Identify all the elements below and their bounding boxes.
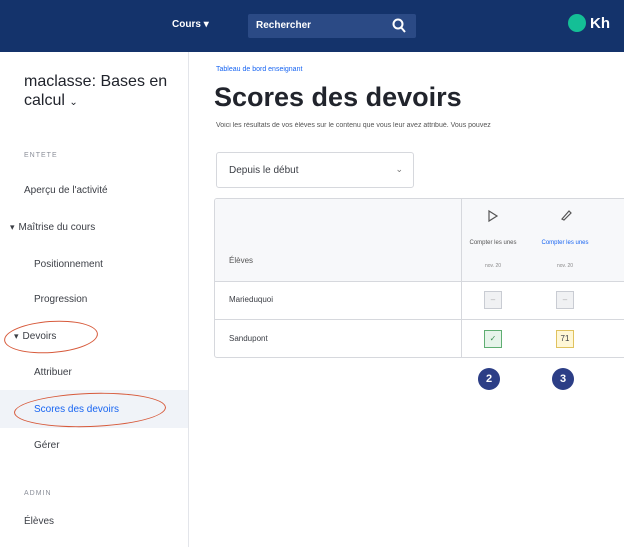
top-navigation-bar: Cours ▾ Rechercher Kh xyxy=(0,0,624,52)
chevron-down-icon: ▾ xyxy=(203,19,209,30)
section-label-general: ENTETE xyxy=(24,152,58,159)
sidebar-item-label: Maîtrise du cours xyxy=(18,222,96,233)
date-range-value: Depuis le début xyxy=(229,165,299,176)
courses-menu-label: Cours xyxy=(172,19,201,30)
video-play-icon xyxy=(487,209,499,228)
callout-marker-2: 2 xyxy=(478,368,500,390)
chevron-down-icon: ⌄ xyxy=(395,164,403,174)
sidebar-item-assign[interactable]: Attribuer xyxy=(34,367,72,378)
section-label-admin: ADMIN xyxy=(24,490,52,497)
scores-table: Élèves Compter les unes nov. 20 Compter … xyxy=(214,198,624,358)
sidebar-item-progression[interactable]: Progression xyxy=(34,294,87,305)
score-cell[interactable]: – xyxy=(484,291,502,309)
column-date-1: nov. 20 xyxy=(484,263,502,269)
column-title-1[interactable]: Compter les unes xyxy=(465,239,521,247)
table-row: Marieduquoi – – xyxy=(215,281,624,320)
class-selector[interactable]: maclasse: Bases en calcul ⌄ xyxy=(24,72,174,112)
courses-menu[interactable]: Cours ▾ xyxy=(172,19,209,30)
breadcrumb[interactable]: Tableau de bord enseignant xyxy=(216,66,302,73)
date-range-select[interactable]: Depuis le début ⌄ xyxy=(216,152,414,188)
callout-marker-3: 3 xyxy=(552,368,574,390)
search-icon xyxy=(392,18,406,39)
caret-down-icon: ▾ xyxy=(10,222,15,232)
student-name[interactable]: Marieduquoi xyxy=(229,295,273,304)
sidebar-item-course-mastery[interactable]: ▾ Maîtrise du cours xyxy=(10,222,95,233)
sidebar xyxy=(0,52,189,547)
search-label: Rechercher xyxy=(256,20,312,31)
chevron-down-icon: ⌄ xyxy=(69,97,78,108)
khan-academy-logo[interactable]: Kh xyxy=(568,14,610,32)
class-name: maclasse: Bases en calcul xyxy=(24,73,168,109)
pencil-icon xyxy=(559,208,573,227)
score-cell[interactable]: – xyxy=(556,291,574,309)
page-description: Voici les résultats de vos élèves sur le… xyxy=(216,122,491,129)
score-cell[interactable]: 71 xyxy=(556,330,574,348)
logo-text: Kh xyxy=(590,14,610,32)
column-date-2: nov. 20 xyxy=(556,263,574,269)
sidebar-item-positioning[interactable]: Positionnement xyxy=(34,259,103,270)
search-input[interactable]: Rechercher xyxy=(248,14,416,38)
student-name[interactable]: Sandupont xyxy=(229,334,268,343)
sidebar-item-activity-overview[interactable]: Aperçu de l'activité xyxy=(24,185,108,196)
table-row: Sandupont ✓ 71 xyxy=(215,320,624,357)
page-title: Scores des devoirs xyxy=(214,82,462,112)
sidebar-item-students[interactable]: Élèves xyxy=(24,516,54,527)
leaf-logo-icon xyxy=(568,14,586,32)
completed-check-cell[interactable]: ✓ xyxy=(484,330,502,348)
column-title-2[interactable]: Compter les unes xyxy=(537,239,593,247)
sidebar-item-manage[interactable]: Gérer xyxy=(34,440,60,451)
column-header-students: Élèves xyxy=(229,256,254,265)
